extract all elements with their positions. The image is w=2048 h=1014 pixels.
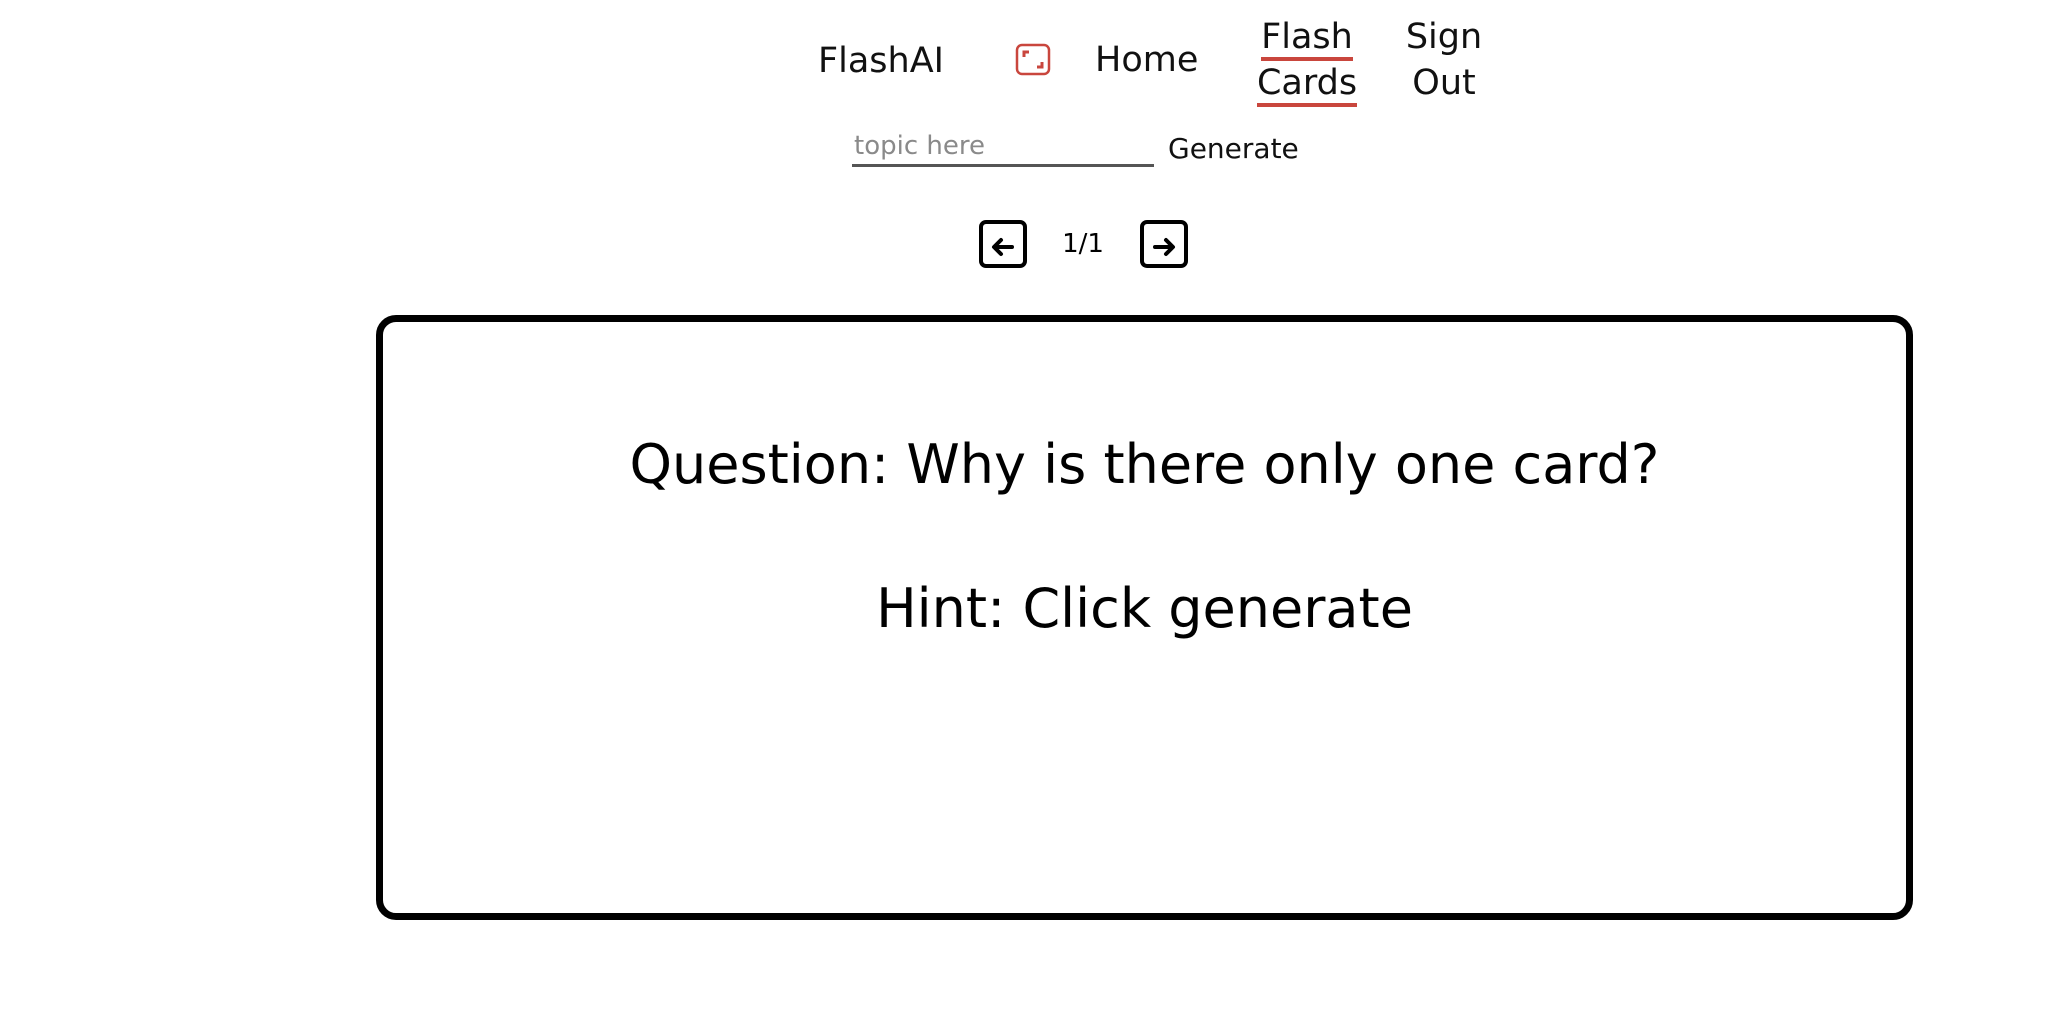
nav-flash-cards-line2: Cards <box>1256 63 1358 107</box>
previous-card-button[interactable] <box>979 220 1027 268</box>
fullscreen-icon[interactable] <box>1015 43 1051 76</box>
nav-home-link[interactable]: Home <box>1095 37 1198 83</box>
nav-sign-out-line2: Out <box>1412 63 1476 103</box>
generate-button[interactable]: Generate <box>1168 128 1299 168</box>
next-card-button[interactable] <box>1140 220 1188 268</box>
brand-logo-text[interactable]: FlashAI <box>818 36 944 86</box>
nav-flash-cards-line1: Flash <box>1261 17 1353 61</box>
nav-flash-cards-link[interactable]: Flash Cards <box>1232 14 1382 107</box>
nav-sign-out-link[interactable]: Sign Out <box>1394 14 1494 106</box>
arrow-left-icon <box>992 238 1014 256</box>
nav-sign-out-line1: Sign <box>1405 17 1483 57</box>
card-hint-text: Hint: Click generate <box>876 577 1413 640</box>
flash-card[interactable]: Question: Why is there only one card? Hi… <box>376 315 1913 920</box>
topic-input[interactable] <box>852 128 1154 167</box>
card-counter: 1/1 <box>1062 229 1104 259</box>
top-navigation: FlashAI Home Flash Cards Sign Out <box>0 0 2048 110</box>
arrow-right-icon <box>1153 238 1175 256</box>
card-question-text: Question: Why is there only one card? <box>629 433 1660 496</box>
